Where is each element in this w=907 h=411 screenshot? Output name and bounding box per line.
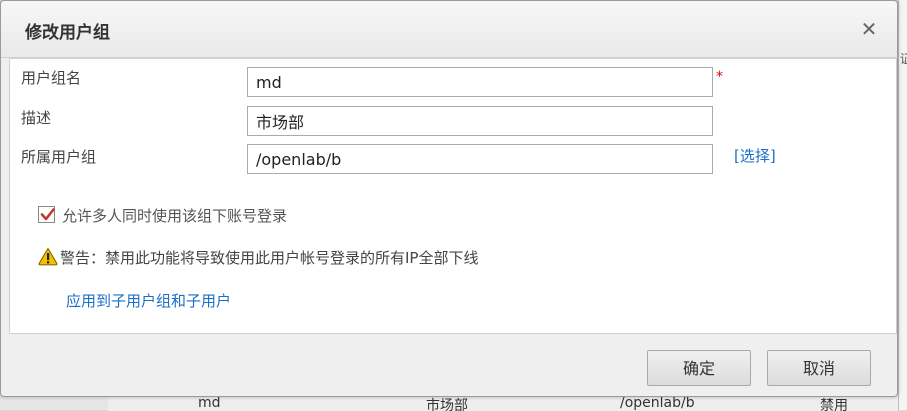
background-side-char: 证 <box>900 52 907 66</box>
warning-icon <box>38 247 58 266</box>
group-name-label: 用户组名 <box>21 69 82 87</box>
description-input[interactable] <box>247 106 713 136</box>
background-cell-name: md <box>198 395 221 411</box>
required-mark: * <box>716 69 723 85</box>
apply-to-subgroups-link[interactable]: 应用到子用户组和子用户 <box>66 290 231 311</box>
allow-multi-login-label: 允许多人同时使用该组下账号登录 <box>62 207 288 225</box>
edit-user-group-dialog: 修改用户组 ✕ 用户组名 * 描述 所属用户组 [选择] 允许多人同时使用该组下… <box>0 0 898 397</box>
dialog-title: 修改用户组 <box>25 23 110 43</box>
allow-multi-login-checkbox[interactable] <box>38 206 55 223</box>
dialog-body: 用户组名 * 描述 所属用户组 [选择] 允许多人同时使用该组下账号登录 警告：… <box>9 58 897 334</box>
group-name-input[interactable] <box>247 67 713 97</box>
checkmark-icon <box>40 208 55 221</box>
parent-group-input[interactable] <box>247 144 713 174</box>
select-parent-group-link[interactable]: [选择] <box>734 145 776 166</box>
cancel-button[interactable]: 取消 <box>767 350 871 386</box>
parent-group-label: 所属用户组 <box>21 148 97 166</box>
background-cell-desc: 市场部 <box>426 398 468 411</box>
background-cell-status: 禁用 <box>820 398 848 411</box>
background-right-panel: 证 <box>898 0 907 410</box>
warning-text: 警告：禁用此功能将导致使用此用户帐号登录的所有IP全部下线 <box>60 249 479 267</box>
background-cell-parent: /openlab/b <box>620 395 695 411</box>
dialog-header: 修改用户组 ✕ <box>1 1 897 58</box>
confirm-button[interactable]: 确定 <box>647 350 751 386</box>
description-label: 描述 <box>21 109 52 127</box>
close-icon[interactable]: ✕ <box>857 17 881 41</box>
